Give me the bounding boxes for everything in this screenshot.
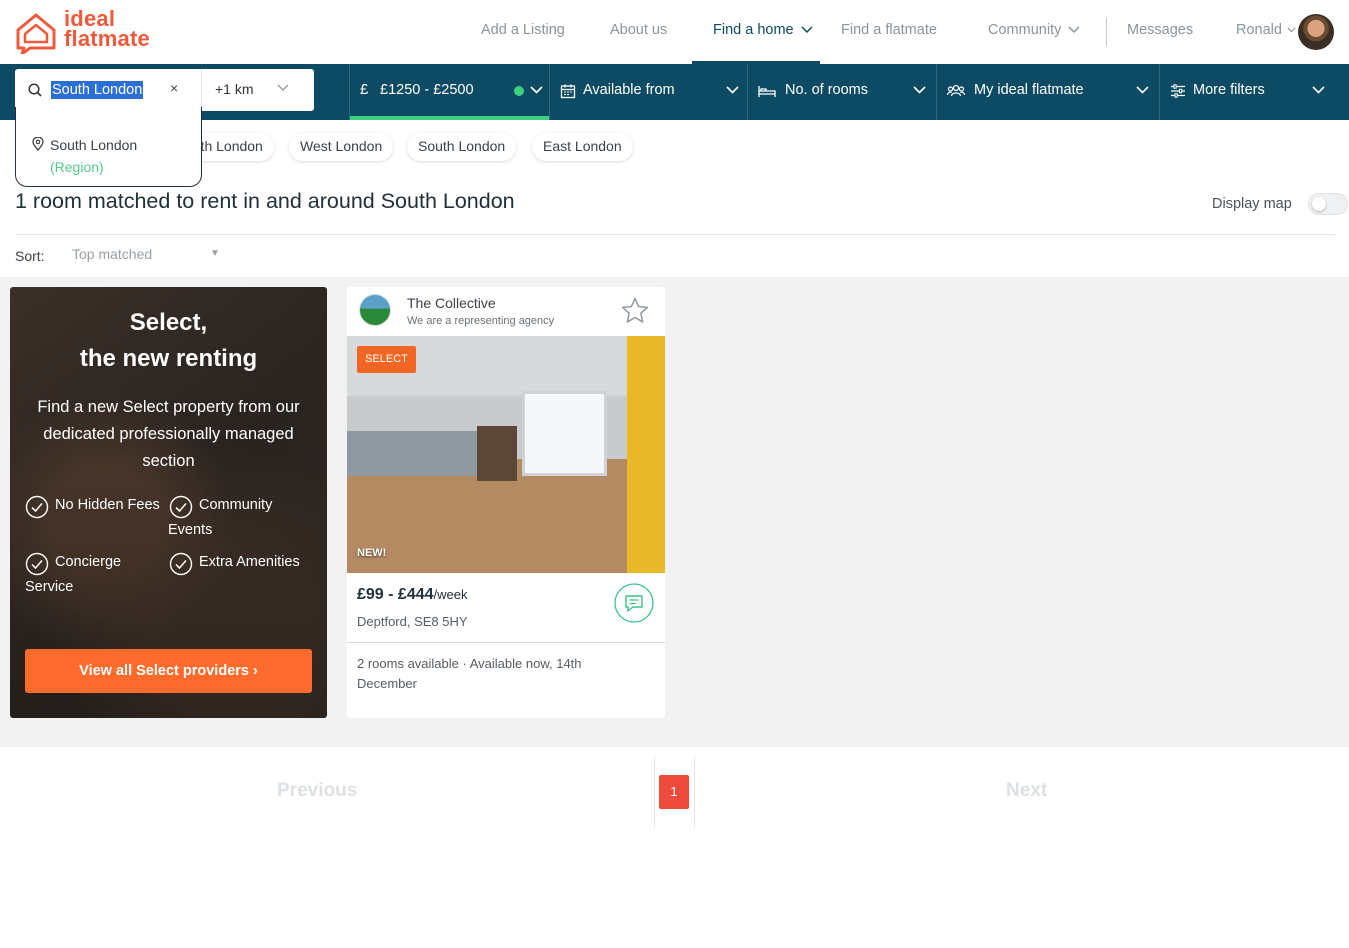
- location-autocomplete: South London (Region): [15, 107, 202, 187]
- display-map-label: Display map: [1212, 196, 1292, 212]
- nav-find-home-label: Find a home: [713, 22, 794, 38]
- price-unit: /week: [433, 587, 468, 602]
- nav-divider: [1106, 18, 1107, 46]
- nav-find-home[interactable]: Find a home: [713, 22, 813, 38]
- listing-card[interactable]: The Collective We are a representing age…: [347, 287, 665, 718]
- sort-select-value: Top matched: [72, 246, 153, 262]
- map-pin-icon: [32, 137, 44, 151]
- active-filter-dot: [514, 86, 524, 96]
- promo-title-line1: Select,: [129, 309, 208, 336]
- agency-subtitle: We are a representing agency: [407, 315, 555, 327]
- sliders-icon: [1171, 84, 1185, 98]
- pagination-divider: [654, 757, 655, 828]
- clear-search-button[interactable]: ×: [170, 80, 178, 96]
- search-input[interactable]: South London: [51, 81, 144, 99]
- radius-select[interactable]: +1 km: [215, 81, 254, 97]
- card-divider: [347, 642, 665, 643]
- ideal-flatmate-filter[interactable]: My ideal flatmate: [936, 64, 1160, 120]
- rooms-filter-label: No. of rooms: [785, 82, 868, 98]
- top-navigation: ideal flatmate Add a Listing About us Fi…: [0, 0, 1349, 64]
- available-from-filter[interactable]: Available from: [549, 64, 748, 120]
- area-chip-east[interactable]: East London: [532, 133, 633, 161]
- chevron-down-icon: [1068, 26, 1080, 34]
- nav-user-menu[interactable]: Ronald: [1236, 22, 1296, 38]
- caret-down-icon: ▼: [210, 248, 220, 259]
- more-filters[interactable]: More filters: [1159, 64, 1349, 120]
- select-promo-card: Select, the new renting Find a new Selec…: [10, 287, 327, 718]
- feature-extra-amenities: Extra Amenities: [199, 554, 300, 570]
- chevron-down-icon: [1312, 86, 1325, 94]
- autocomplete-option-type: (Region): [50, 159, 104, 175]
- promo-description: Find a new Select property from our dedi…: [37, 398, 300, 470]
- display-map-toggle[interactable]: [1308, 193, 1348, 215]
- chevron-down-icon: [530, 86, 543, 94]
- nav-messages[interactable]: Messages: [1127, 22, 1193, 38]
- rooms-filter[interactable]: No. of rooms: [747, 64, 937, 120]
- photo-cabinet: [477, 426, 517, 481]
- results-title: 1 room matched to rent in and around Sou…: [15, 189, 515, 213]
- search-icon: [28, 83, 42, 97]
- price-filter-label: £1250 - £2500: [380, 82, 474, 98]
- chevron-down-icon: [726, 86, 739, 94]
- more-filters-label: More filters: [1193, 82, 1265, 98]
- feature-concierge-service: Concierge Service: [25, 554, 122, 595]
- previous-page-button[interactable]: Previous: [277, 780, 357, 802]
- photo-shelf: [347, 431, 477, 476]
- chevron-down-icon: [1136, 86, 1149, 94]
- sort-select[interactable]: Top matched ▼: [72, 246, 220, 266]
- autocomplete-option-name: South London: [50, 137, 138, 153]
- nav-find-flatmate[interactable]: Find a flatmate: [841, 22, 937, 38]
- chevron-down-icon[interactable]: [277, 84, 289, 92]
- bed-icon: [758, 86, 776, 97]
- chevron-down-icon: [1287, 27, 1296, 33]
- message-icon[interactable]: [614, 583, 654, 623]
- view-select-providers-button[interactable]: View all Select providers ›: [25, 649, 312, 693]
- pagination-divider: [694, 757, 695, 828]
- feature-no-hidden-fees: No Hidden Fees: [55, 497, 160, 513]
- photo-window: [522, 391, 607, 476]
- star-icon[interactable]: [620, 296, 650, 326]
- search-divider: [201, 69, 202, 111]
- people-icon: [947, 84, 965, 97]
- listing-availability: 2 rooms available · Available now, 14th …: [357, 656, 582, 691]
- nav-add-listing[interactable]: Add a Listing: [481, 22, 565, 38]
- agency-name: The Collective: [407, 295, 496, 311]
- location-search: South London × +1 km: [15, 69, 314, 111]
- ideal-flatmate-label: My ideal flatmate: [974, 82, 1084, 98]
- price-filter[interactable]: £ £1250 - £2500: [349, 64, 549, 120]
- page-number-button[interactable]: 1: [659, 775, 689, 809]
- area-chip-west[interactable]: West London: [289, 133, 394, 161]
- select-badge: SELECT: [357, 346, 416, 373]
- next-page-button[interactable]: Next: [1006, 780, 1047, 802]
- chevron-down-icon: [801, 26, 813, 34]
- promo-title-line2: the new renting: [79, 345, 258, 372]
- nav-community-label: Community: [988, 22, 1062, 38]
- check-circle-icon: [169, 552, 193, 576]
- sort-label: Sort:: [15, 248, 45, 264]
- price-range: £99 - £444: [357, 586, 434, 603]
- feature-community-events: Community Events: [168, 497, 273, 538]
- check-circle-icon: [25, 495, 49, 519]
- nav-about[interactable]: About us: [610, 22, 667, 38]
- listing-address: Deptford, SE8 5HY: [357, 614, 468, 629]
- chevron-down-icon: [913, 86, 926, 94]
- filter-bar: South London × +1 km £ £1250 - £2500 Ava…: [0, 64, 1349, 120]
- pound-icon: £: [360, 81, 369, 98]
- agency-logo: [359, 294, 391, 326]
- listing-price: £99 - £444/week: [357, 586, 467, 604]
- nav-community[interactable]: Community: [988, 22, 1080, 38]
- promo-title: Select, the new renting: [10, 305, 327, 377]
- area-chip-south[interactable]: South London: [407, 133, 517, 161]
- divider: [15, 234, 1335, 235]
- price-filter-active-bar: [350, 116, 549, 120]
- available-from-label: Available from: [583, 82, 675, 98]
- user-name: Ronald: [1236, 22, 1282, 38]
- new-badge: NEW!: [357, 547, 387, 559]
- user-avatar[interactable]: [1298, 14, 1334, 50]
- calendar-icon: [560, 84, 576, 99]
